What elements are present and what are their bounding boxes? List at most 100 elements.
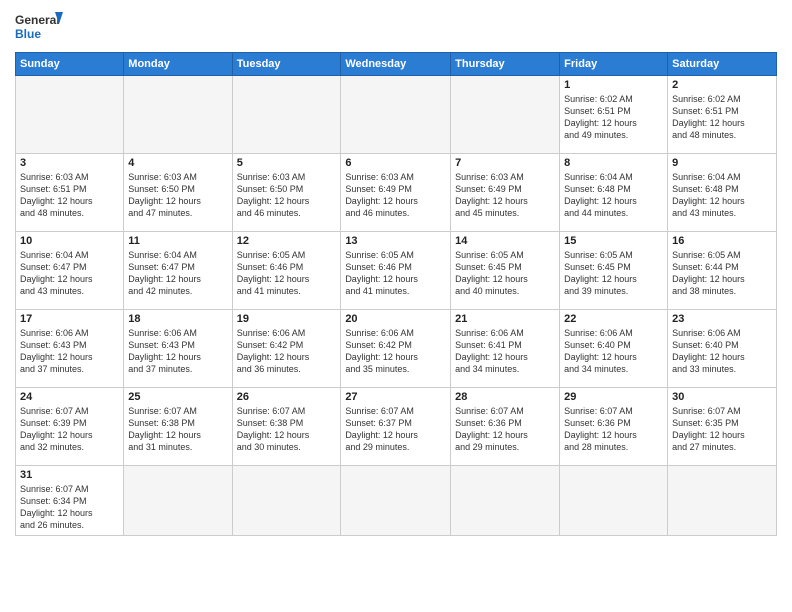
day-cell: 10 Sunrise: 6:04 AM Sunset: 6:47 PM Dayli… [16,232,124,310]
day-cell: 28 Sunrise: 6:07 AM Sunset: 6:36 PM Dayli… [451,388,560,466]
day-number: 11 [128,235,227,247]
day-number: 27 [345,391,446,403]
day-info: Sunrise: 6:03 AM Sunset: 6:51 PM Dayligh… [20,171,119,220]
day-number: 4 [128,157,227,169]
day-cell: 25 Sunrise: 6:07 AM Sunset: 6:38 PM Dayli… [124,388,232,466]
week-row-2: 3 Sunrise: 6:03 AM Sunset: 6:51 PM Daylig… [16,154,777,232]
day-number: 7 [455,157,555,169]
day-cell: 14Sunrise: 6:05 AM Sunset: 6:45 PM Dayli… [451,232,560,310]
day-info: Sunrise: 6:07 AM Sunset: 6:37 PM Dayligh… [345,405,446,454]
day-info: Sunrise: 6:04 AM Sunset: 6:47 PM Dayligh… [20,249,119,298]
day-info: Sunrise: 6:02 AM Sunset: 6:51 PM Dayligh… [672,93,772,142]
day-cell [232,466,341,536]
day-number: 24 [20,391,119,403]
day-info: Sunrise: 6:06 AM Sunset: 6:42 PM Dayligh… [237,327,337,376]
day-info: Sunrise: 6:06 AM Sunset: 6:43 PM Dayligh… [20,327,119,376]
day-number: 23 [672,313,772,325]
day-cell: 24 Sunrise: 6:07 AM Sunset: 6:39 PM Dayli… [16,388,124,466]
day-number: 18 [128,313,227,325]
day-number: 9 [672,157,772,169]
day-info: Sunrise: 6:07 AM Sunset: 6:36 PM Dayligh… [455,405,555,454]
logo-svg: General Blue [15,10,65,46]
day-cell: 19Sunrise: 6:06 AM Sunset: 6:42 PM Dayli… [232,310,341,388]
day-cell [124,76,232,154]
day-cell: 11 Sunrise: 6:04 AM Sunset: 6:47 PM Dayli… [124,232,232,310]
day-cell: 26 Sunrise: 6:07 AM Sunset: 6:38 PM Dayli… [232,388,341,466]
day-number: 21 [455,313,555,325]
day-number: 26 [237,391,337,403]
day-number: 13 [345,235,446,247]
day-cell: 21 Sunrise: 6:06 AM Sunset: 6:41 PM Dayli… [451,310,560,388]
day-info: Sunrise: 6:03 AM Sunset: 6:49 PM Dayligh… [345,171,446,220]
day-cell: 29Sunrise: 6:07 AM Sunset: 6:36 PM Dayli… [560,388,668,466]
logo: General Blue [15,10,65,46]
day-info: Sunrise: 6:06 AM Sunset: 6:43 PM Dayligh… [128,327,227,376]
day-cell: 15Sunrise: 6:05 AM Sunset: 6:45 PM Dayli… [560,232,668,310]
day-info: Sunrise: 6:07 AM Sunset: 6:36 PM Dayligh… [564,405,663,454]
week-row-6: 31Sunrise: 6:07 AM Sunset: 6:34 PM Dayli… [16,466,777,536]
day-cell: 1 Sunrise: 6:02 AM Sunset: 6:51 PM Daylig… [560,76,668,154]
day-info: Sunrise: 6:05 AM Sunset: 6:46 PM Dayligh… [237,249,337,298]
week-row-5: 24 Sunrise: 6:07 AM Sunset: 6:39 PM Dayli… [16,388,777,466]
day-cell: 9 Sunrise: 6:04 AM Sunset: 6:48 PM Daylig… [668,154,777,232]
day-number: 10 [20,235,119,247]
day-cell [124,466,232,536]
day-cell: 27 Sunrise: 6:07 AM Sunset: 6:37 PM Dayli… [341,388,451,466]
day-info: Sunrise: 6:04 AM Sunset: 6:48 PM Dayligh… [564,171,663,220]
day-info: Sunrise: 6:07 AM Sunset: 6:39 PM Dayligh… [20,405,119,454]
day-cell: 4 Sunrise: 6:03 AM Sunset: 6:50 PM Daylig… [124,154,232,232]
day-cell [560,466,668,536]
col-header-monday: Monday [124,53,232,76]
day-cell: 17Sunrise: 6:06 AM Sunset: 6:43 PM Dayli… [16,310,124,388]
header: General Blue [15,10,777,46]
day-number: 28 [455,391,555,403]
day-number: 25 [128,391,227,403]
day-info: Sunrise: 6:03 AM Sunset: 6:50 PM Dayligh… [128,171,227,220]
day-info: Sunrise: 6:06 AM Sunset: 6:42 PM Dayligh… [345,327,446,376]
day-cell [668,466,777,536]
col-header-friday: Friday [560,53,668,76]
day-number: 22 [564,313,663,325]
day-info: Sunrise: 6:07 AM Sunset: 6:38 PM Dayligh… [237,405,337,454]
day-info: Sunrise: 6:05 AM Sunset: 6:44 PM Dayligh… [672,249,772,298]
day-number: 8 [564,157,663,169]
day-cell: 6Sunrise: 6:03 AM Sunset: 6:49 PM Daylig… [341,154,451,232]
week-row-4: 17Sunrise: 6:06 AM Sunset: 6:43 PM Dayli… [16,310,777,388]
week-row-1: 1 Sunrise: 6:02 AM Sunset: 6:51 PM Daylig… [16,76,777,154]
week-row-3: 10 Sunrise: 6:04 AM Sunset: 6:47 PM Dayli… [16,232,777,310]
day-info: Sunrise: 6:06 AM Sunset: 6:40 PM Dayligh… [672,327,772,376]
calendar: SundayMondayTuesdayWednesdayThursdayFrid… [15,52,777,536]
header-row: SundayMondayTuesdayWednesdayThursdayFrid… [16,53,777,76]
day-number: 5 [237,157,337,169]
day-cell: 23 Sunrise: 6:06 AM Sunset: 6:40 PM Dayli… [668,310,777,388]
col-header-saturday: Saturday [668,53,777,76]
day-number: 15 [564,235,663,247]
day-cell: 13Sunrise: 6:05 AM Sunset: 6:46 PM Dayli… [341,232,451,310]
day-number: 1 [564,79,663,91]
day-info: Sunrise: 6:06 AM Sunset: 6:41 PM Dayligh… [455,327,555,376]
day-cell: 7Sunrise: 6:03 AM Sunset: 6:49 PM Daylig… [451,154,560,232]
day-info: Sunrise: 6:07 AM Sunset: 6:38 PM Dayligh… [128,405,227,454]
day-cell: 18 Sunrise: 6:06 AM Sunset: 6:43 PM Dayli… [124,310,232,388]
day-info: Sunrise: 6:06 AM Sunset: 6:40 PM Dayligh… [564,327,663,376]
day-cell: 22 Sunrise: 6:06 AM Sunset: 6:40 PM Dayli… [560,310,668,388]
day-info: Sunrise: 6:02 AM Sunset: 6:51 PM Dayligh… [564,93,663,142]
day-cell: 30 Sunrise: 6:07 AM Sunset: 6:35 PM Dayli… [668,388,777,466]
day-info: Sunrise: 6:04 AM Sunset: 6:48 PM Dayligh… [672,171,772,220]
svg-text:General: General [15,13,60,27]
day-number: 2 [672,79,772,91]
day-number: 30 [672,391,772,403]
day-info: Sunrise: 6:04 AM Sunset: 6:47 PM Dayligh… [128,249,227,298]
day-number: 3 [20,157,119,169]
day-cell: 16Sunrise: 6:05 AM Sunset: 6:44 PM Dayli… [668,232,777,310]
page: General Blue SundayMondayTuesdayWednesda… [0,0,792,612]
day-cell [16,76,124,154]
day-info: Sunrise: 6:07 AM Sunset: 6:35 PM Dayligh… [672,405,772,454]
day-cell [451,466,560,536]
day-cell: 2 Sunrise: 6:02 AM Sunset: 6:51 PM Daylig… [668,76,777,154]
col-header-tuesday: Tuesday [232,53,341,76]
day-info: Sunrise: 6:07 AM Sunset: 6:34 PM Dayligh… [20,483,119,532]
day-cell: 31Sunrise: 6:07 AM Sunset: 6:34 PM Dayli… [16,466,124,536]
day-number: 14 [455,235,555,247]
svg-text:Blue: Blue [15,27,41,41]
